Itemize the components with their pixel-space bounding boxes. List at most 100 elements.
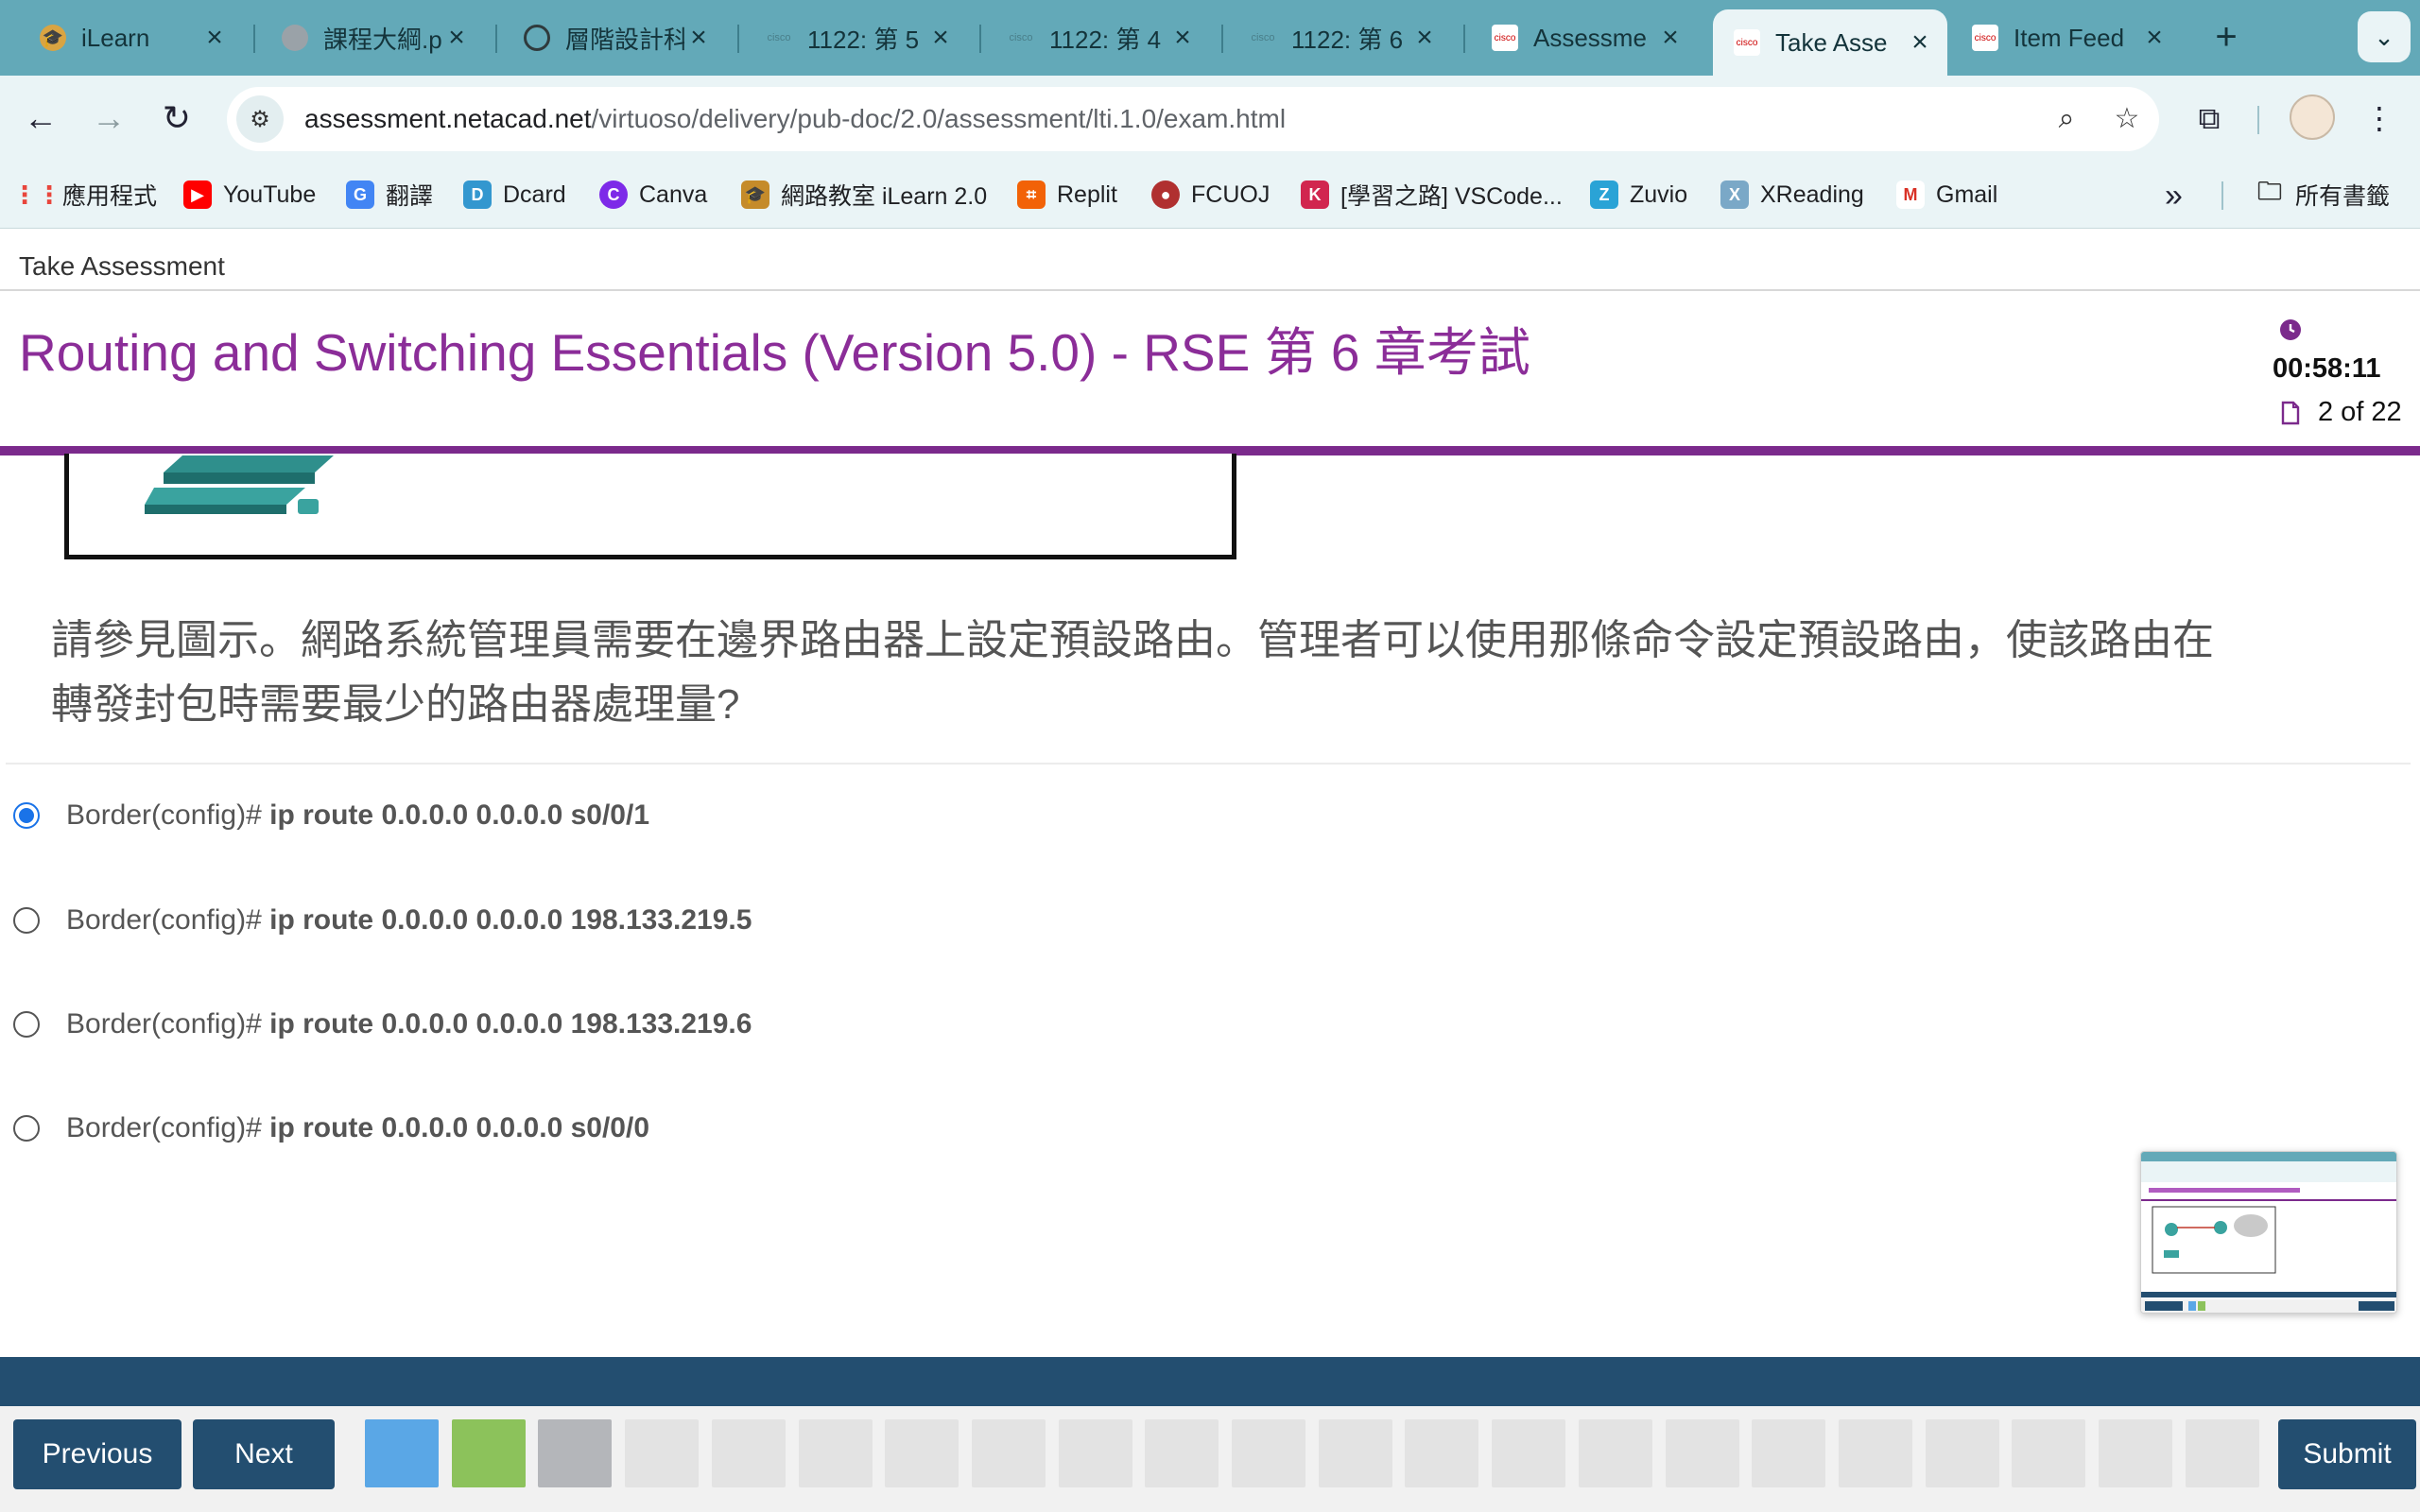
tab-layered-design[interactable]: 層階設計科 × xyxy=(503,13,726,62)
footer-band xyxy=(0,1357,2420,1406)
question-nav-box[interactable] xyxy=(2099,1419,2172,1487)
close-icon[interactable]: × xyxy=(684,22,713,54)
question-nav-box[interactable] xyxy=(1405,1419,1478,1487)
next-button[interactable]: Next xyxy=(193,1419,335,1489)
tab-course-outline[interactable]: 課程大綱.p × xyxy=(261,13,484,62)
close-icon[interactable]: × xyxy=(1906,26,1934,59)
more-bookmarks-chevron-icon[interactable]: » xyxy=(2165,178,2183,215)
question-nav-box[interactable] xyxy=(712,1419,786,1487)
url-text[interactable]: assessment.netacad.net/virtuoso/delivery… xyxy=(304,104,1286,134)
extensions-puzzle-icon[interactable]: ⧉ xyxy=(2187,96,2231,140)
question-nav-box[interactable] xyxy=(1839,1419,1912,1487)
question-nav-box[interactable] xyxy=(1232,1419,1305,1487)
question-text: 請參見圖示。網路系統管理員需要在邊界路由器上設定預設路由。管理者可以使用那條命令… xyxy=(51,617,2214,728)
tab-take-assessment[interactable]: cisco Take Asse × xyxy=(1713,9,1947,76)
close-icon[interactable]: × xyxy=(1656,22,1685,54)
tab-item-feedback[interactable]: cisco Item Feed × xyxy=(1951,13,2182,62)
tab-1122-ch6[interactable]: cisco 1122: 第 6 × xyxy=(1229,13,1452,62)
bookmark-canva[interactable]: C Canva xyxy=(599,176,707,214)
bookmark-replit[interactable]: ⌗ Replit xyxy=(1017,176,1117,214)
dcard-icon: D xyxy=(463,180,492,209)
radio-button[interactable] xyxy=(13,1115,40,1142)
question-nav-box[interactable] xyxy=(1059,1419,1132,1487)
reload-icon[interactable]: ↻ xyxy=(155,96,199,140)
cisco-favicon-icon: cisco xyxy=(767,32,791,43)
close-icon[interactable]: × xyxy=(1168,22,1197,54)
close-icon[interactable]: × xyxy=(926,22,955,54)
network-switch-icon xyxy=(145,455,334,514)
bookmark-k-icon: K xyxy=(1301,180,1329,209)
question-nav-box[interactable] xyxy=(452,1419,526,1487)
ilearn-favicon-icon: 🎓 xyxy=(40,25,66,51)
option-command: ip route 0.0.0.0 0.0.0.0 198.133.219.6 xyxy=(269,1008,752,1040)
tab-assessment[interactable]: cisco Assessme × xyxy=(1471,13,1698,62)
close-icon[interactable]: × xyxy=(200,22,229,54)
zoom-icon[interactable]: ⌕ xyxy=(2044,96,2089,142)
countdown-timer: 00:58:11 xyxy=(2273,353,2381,384)
header-divider xyxy=(0,289,2420,291)
bookmark-vscode-notes[interactable]: K [學習之路] VSCode... xyxy=(1301,176,1563,214)
question-nav-box[interactable] xyxy=(1752,1419,1825,1487)
apps-grid-icon: ⋮⋮ xyxy=(12,180,61,209)
question-nav-box[interactable] xyxy=(1666,1419,1739,1487)
kebab-menu-icon[interactable]: ⋮ xyxy=(2358,96,2401,140)
back-arrow-icon[interactable]: ← xyxy=(19,96,62,140)
tab-ilearn[interactable]: 🎓 iLearn × xyxy=(19,13,242,62)
question-progress: 2 of 22 xyxy=(2318,397,2402,427)
question-nav-box[interactable] xyxy=(972,1419,1046,1487)
previous-button[interactable]: Previous xyxy=(13,1419,182,1489)
tab-1122-ch4[interactable]: cisco 1122: 第 4 × xyxy=(987,13,1210,62)
submit-button[interactable]: Submit xyxy=(2278,1419,2416,1489)
close-icon[interactable]: × xyxy=(2140,22,2169,54)
all-bookmarks-folder[interactable]: 🗀 所有書籤 xyxy=(2256,176,2390,214)
question-nav-box[interactable] xyxy=(1492,1419,1565,1487)
bookmarks-bar: ⋮⋮ 應用程式 ▶ YouTube G 翻譯 D Dcard C Canva 🎓… xyxy=(0,161,2420,229)
close-icon[interactable]: × xyxy=(442,22,471,54)
new-tab-button[interactable]: + xyxy=(2203,15,2250,60)
bookmark-star-icon[interactable]: ☆ xyxy=(2104,96,2150,142)
close-icon[interactable]: × xyxy=(1410,22,1439,54)
question-nav-box[interactable] xyxy=(2186,1419,2259,1487)
profile-avatar[interactable] xyxy=(2290,94,2335,140)
question-nav-box[interactable] xyxy=(2012,1419,2085,1487)
radio-button[interactable] xyxy=(13,1011,40,1038)
option-command: ip route 0.0.0.0 0.0.0.0 s0/0/0 xyxy=(269,1112,650,1143)
option-command: ip route 0.0.0.0 0.0.0.0 s0/0/1 xyxy=(269,799,650,831)
radio-button-selected[interactable] xyxy=(13,802,40,829)
zuvio-icon: Z xyxy=(1590,180,1618,209)
question-nav-box[interactable] xyxy=(365,1419,439,1487)
question-nav-box[interactable] xyxy=(1145,1419,1219,1487)
answer-option[interactable]: Border(config)# ip route 0.0.0.0 0.0.0.0… xyxy=(0,996,1891,1053)
tab-1122-ch5[interactable]: cisco 1122: 第 5 × xyxy=(745,13,968,62)
gmail-icon: M xyxy=(1896,180,1925,209)
folder-icon: 🗀 xyxy=(2256,177,2282,205)
bookmark-zuvio[interactable]: Z Zuvio xyxy=(1590,176,1687,214)
question-nav-box[interactable] xyxy=(625,1419,699,1487)
bookmark-ilearn[interactable]: 🎓 網路教室 iLearn 2.0 xyxy=(741,176,987,214)
bookmark-xreading[interactable]: X XReading xyxy=(1720,176,1864,214)
address-bar[interactable]: ⚙ assessment.netacad.net/virtuoso/delive… xyxy=(227,87,2159,151)
answer-option[interactable]: Border(config)# ip route 0.0.0.0 0.0.0.0… xyxy=(0,892,1891,949)
question-nav-box[interactable] xyxy=(1926,1419,1999,1487)
bookmark-apps[interactable]: ⋮⋮ 應用程式 xyxy=(12,176,157,214)
answer-option[interactable]: Border(config)# ip route 0.0.0.0 0.0.0.0… xyxy=(0,787,1891,844)
bookmark-gmail[interactable]: M Gmail xyxy=(1896,176,1997,214)
bookmark-translate[interactable]: G 翻譯 xyxy=(346,176,433,214)
question-nav-box[interactable] xyxy=(538,1419,612,1487)
question-nav-box[interactable] xyxy=(799,1419,873,1487)
question-nav-box[interactable] xyxy=(1579,1419,1652,1487)
tab-search-chevron-down-icon[interactable]: ⌄ xyxy=(2358,11,2411,62)
bookmark-youtube[interactable]: ▶ YouTube xyxy=(183,176,316,214)
screenshot-thumbnail[interactable] xyxy=(2140,1151,2397,1314)
exhibit-image xyxy=(64,454,1236,559)
site-settings-icon[interactable]: ⚙ xyxy=(236,95,284,143)
answer-option[interactable]: Border(config)# ip route 0.0.0.0 0.0.0.0… xyxy=(0,1100,1891,1157)
forward-arrow-icon[interactable]: → xyxy=(87,96,130,140)
radio-button[interactable] xyxy=(13,907,40,934)
question-nav-box[interactable] xyxy=(1319,1419,1392,1487)
cisco-favicon-icon: cisco xyxy=(1492,25,1518,51)
bookmark-dcard[interactable]: D Dcard xyxy=(463,176,566,214)
cisco-favicon-icon: cisco xyxy=(1251,32,1275,43)
bookmark-fcuoj[interactable]: ● FCUOJ xyxy=(1151,176,1270,214)
question-nav-box[interactable] xyxy=(885,1419,959,1487)
